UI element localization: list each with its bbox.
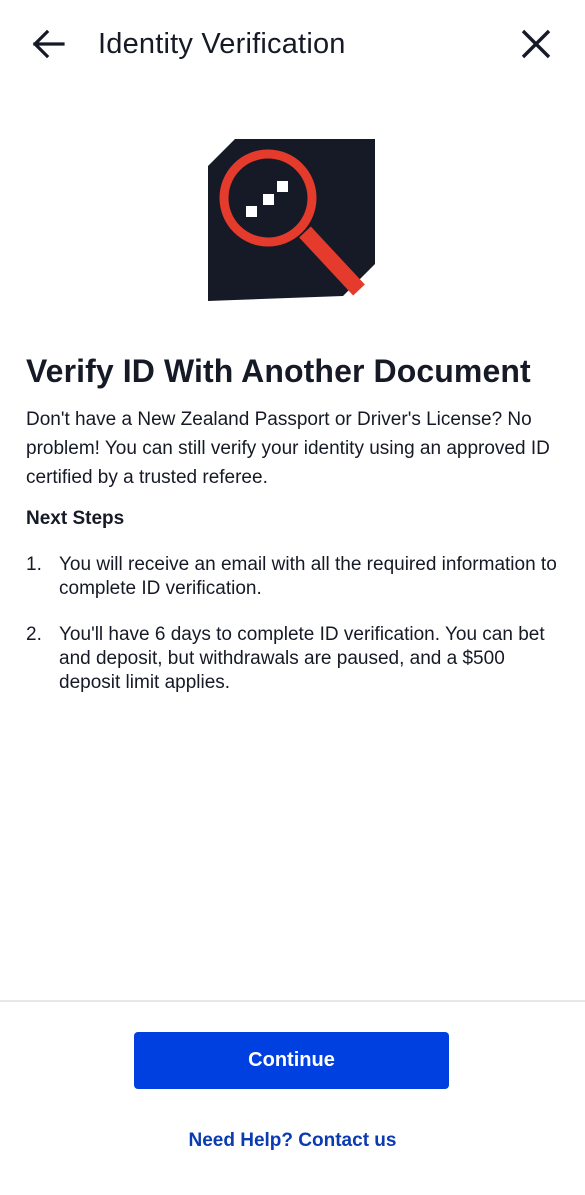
continue-button[interactable]: Continue xyxy=(134,1032,449,1089)
back-button[interactable] xyxy=(26,24,70,64)
step-text: You will receive an email with all the r… xyxy=(59,554,557,599)
steps-list: 1. You will receive an email with all th… xyxy=(26,553,566,717)
list-item: 2. You'll have 6 days to complete ID ver… xyxy=(26,623,566,695)
contact-us-link[interactable]: Need Help? Contact us xyxy=(0,1130,585,1152)
page-title: Verify ID With Another Document xyxy=(26,353,531,389)
dot xyxy=(277,181,288,192)
dot xyxy=(246,206,257,217)
footer: Continue Need Help? Contact us xyxy=(0,1000,585,1195)
step-text: You'll have 6 days to complete ID verifi… xyxy=(59,624,545,693)
step-number: 1. xyxy=(26,554,42,575)
dot xyxy=(263,194,274,205)
step-number: 2. xyxy=(26,624,42,645)
header-title: Identity Verification xyxy=(98,28,346,60)
list-item: 1. You will receive an email with all th… xyxy=(26,553,566,601)
magnifier-document-icon xyxy=(205,136,381,308)
close-button[interactable] xyxy=(514,24,558,64)
identity-verification-screen: Identity Verification Verify ID With Ano… xyxy=(0,0,585,1195)
intro-text: Don't have a New Zealand Passport or Dri… xyxy=(26,409,550,488)
next-steps-heading: Next Steps xyxy=(26,508,125,529)
arrow-left-icon xyxy=(32,29,65,59)
app-header: Identity Verification xyxy=(0,0,585,90)
close-icon xyxy=(521,29,551,59)
